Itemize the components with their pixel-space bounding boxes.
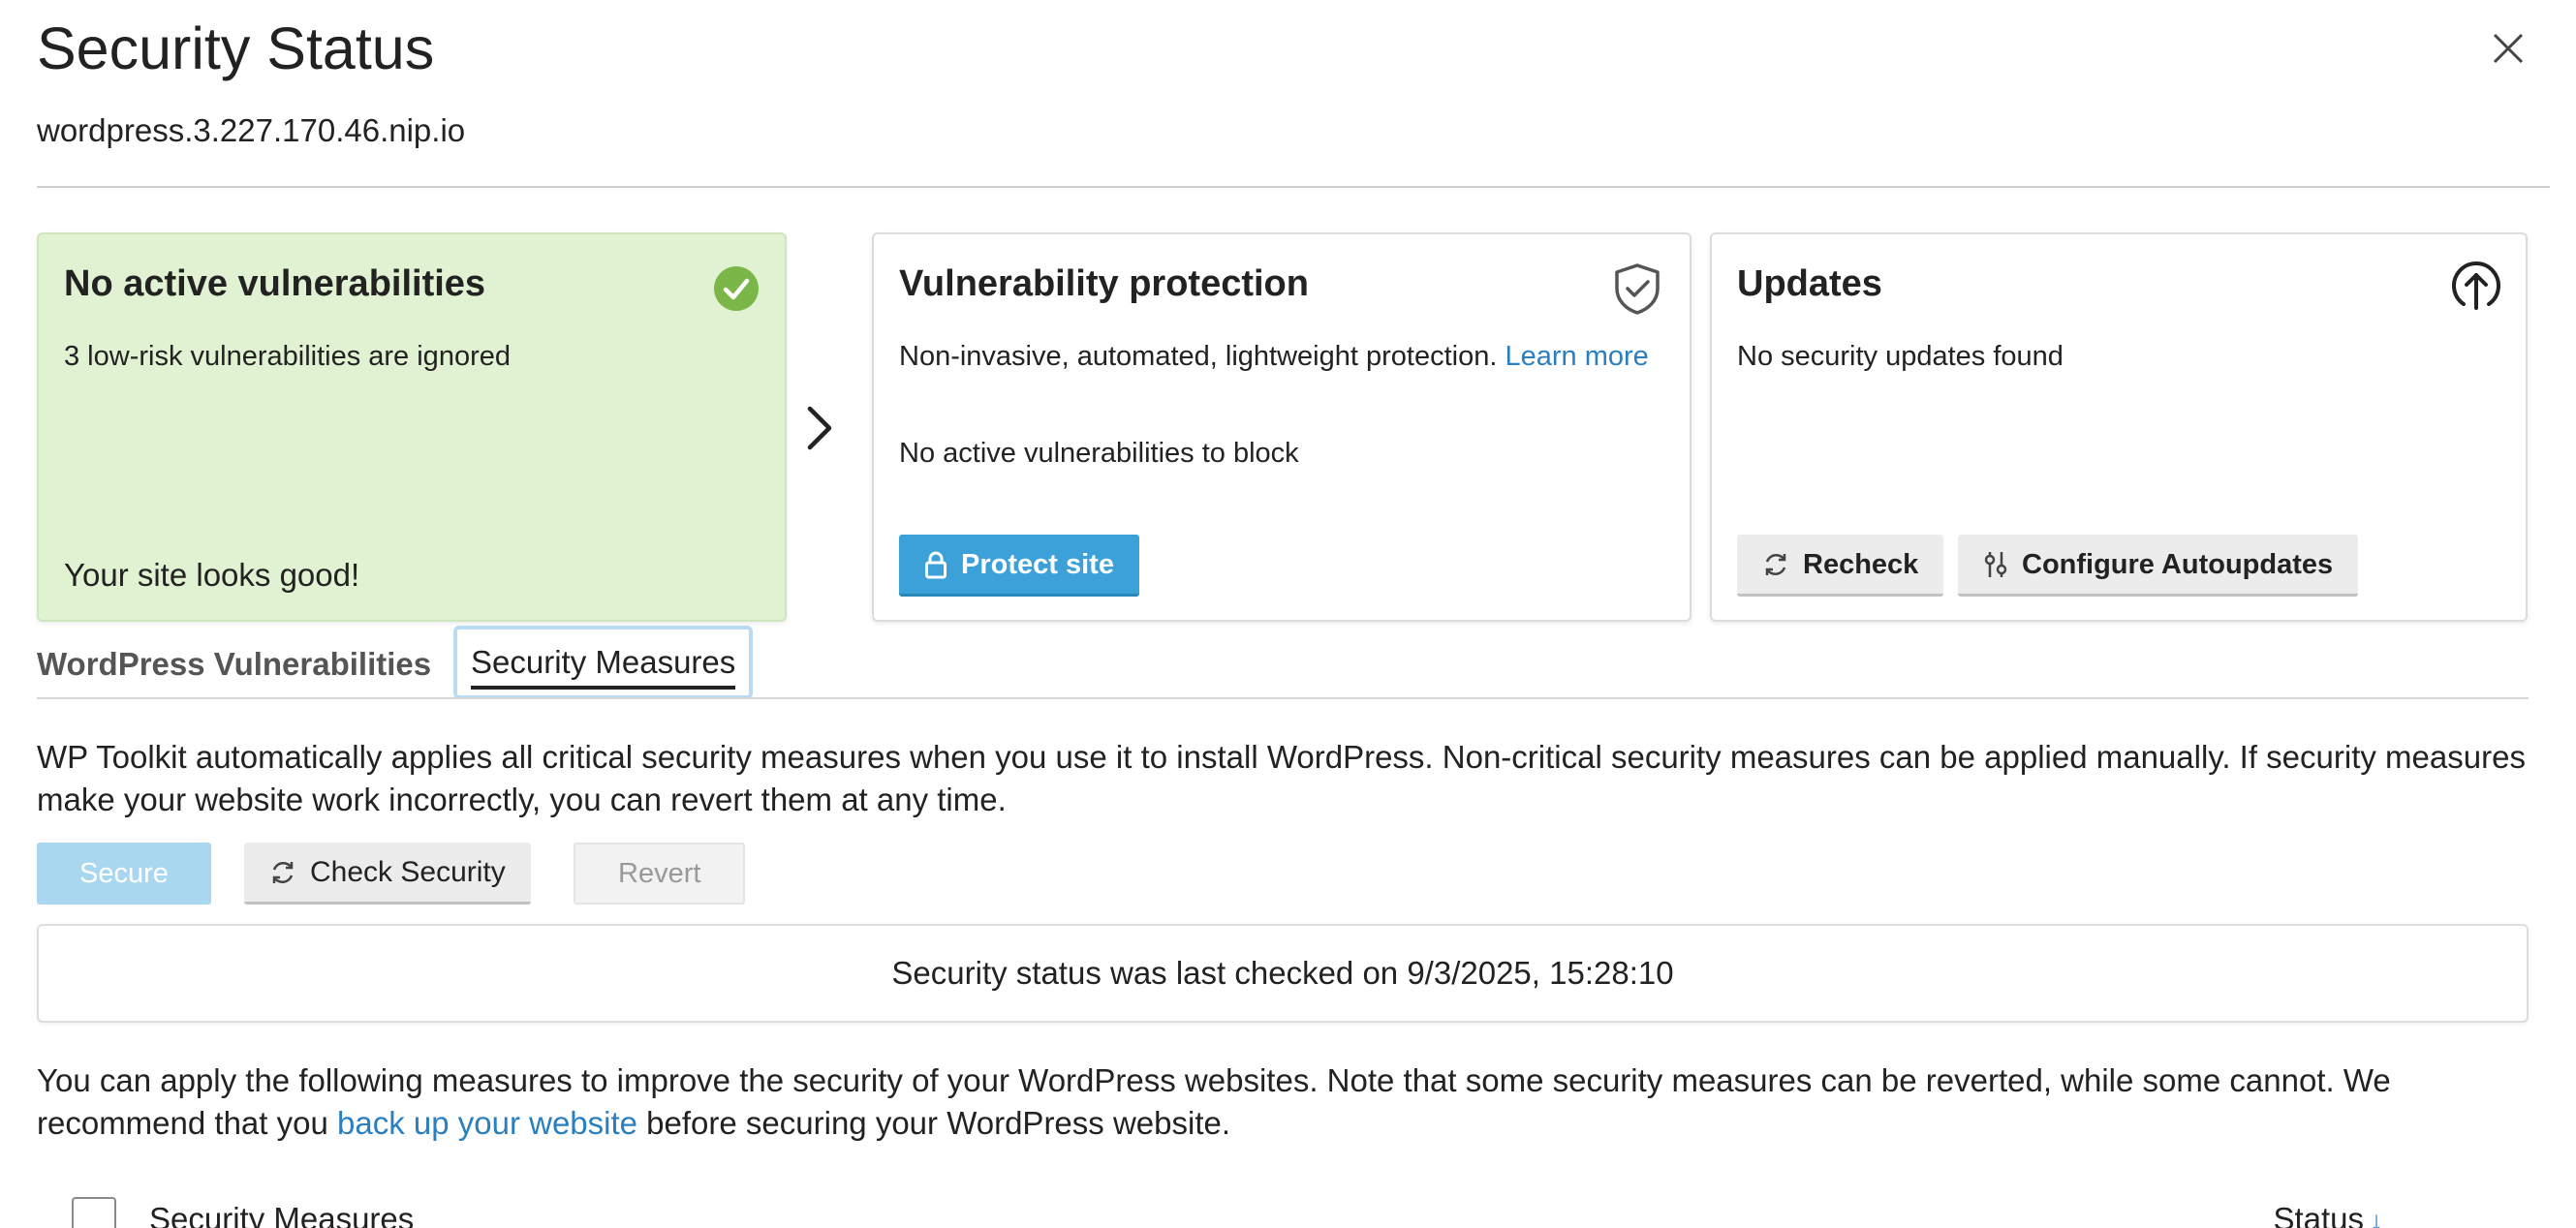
- tab-security-measures[interactable]: Security Measures: [453, 626, 754, 699]
- tab-bar: WordPress Vulnerabilities Security Measu…: [37, 626, 2529, 699]
- shield-check-icon: [1615, 263, 1660, 315]
- header-divider: [37, 186, 2550, 188]
- column-header-security-measures[interactable]: Security Measures: [149, 1201, 414, 1228]
- learn-more-link[interactable]: Learn more: [1505, 341, 1648, 372]
- refresh-icon: [272, 861, 294, 883]
- apply-measures-text: You can apply the following measures to …: [37, 1059, 2556, 1145]
- protect-site-button[interactable]: Protect site: [899, 535, 1139, 597]
- security-status-dialog: Security Status wordpress.3.227.170.46.n…: [0, 0, 2576, 1228]
- column-header-status[interactable]: Status ↓: [2273, 1201, 2383, 1228]
- check-security-button[interactable]: Check Security: [244, 843, 531, 905]
- revert-label: Revert: [618, 858, 701, 889]
- protect-site-label: Protect site: [961, 548, 1114, 580]
- check-circle-icon: [714, 266, 759, 311]
- protection-description-text: Non-invasive, automated, lightweight pro…: [899, 341, 1498, 372]
- column-header-status-label: Status: [2273, 1201, 2364, 1228]
- last-checked-banner: Security status was last checked on 9/3/…: [37, 924, 2529, 1023]
- measures-table-header: Security Measures Status ↓: [37, 1193, 2529, 1228]
- updates-card-title: Updates: [1737, 263, 1882, 304]
- site-status-text: Your site looks good!: [64, 557, 360, 593]
- protection-status-text: No active vulnerabilities to block: [899, 438, 1299, 469]
- secure-label: Secure: [79, 858, 169, 889]
- site-domain: wordpress.3.227.170.46.nip.io: [37, 112, 466, 148]
- tab-divider: [37, 697, 2529, 699]
- revert-button[interactable]: Revert: [574, 843, 746, 905]
- updates-card: Updates No security updates found Rechec…: [1710, 232, 2528, 622]
- lock-icon: [925, 551, 947, 578]
- protection-card: Vulnerability protection Non-invasive, a…: [872, 232, 1691, 622]
- refresh-icon: [1765, 553, 1786, 575]
- vulnerabilities-card[interactable]: No active vulnerabilities 3 low-risk vul…: [37, 232, 787, 622]
- ignored-vulnerabilities-text: 3 low-risk vulnerabilities are ignored: [64, 341, 511, 372]
- tab-wordpress-vulnerabilities[interactable]: WordPress Vulnerabilities: [37, 629, 431, 699]
- configure-autoupdates-button[interactable]: Configure Autoupdates: [1958, 535, 2359, 597]
- secure-button[interactable]: Secure: [37, 843, 211, 905]
- select-all-checkbox[interactable]: [72, 1197, 116, 1228]
- backup-website-link[interactable]: back up your website: [337, 1105, 637, 1141]
- configure-autoupdates-label: Configure Autoupdates: [2022, 548, 2334, 580]
- dialog-title: Security Status: [37, 15, 435, 81]
- tab-security-measures-label: Security Measures: [471, 644, 736, 680]
- sliders-icon: [1984, 551, 2007, 577]
- chevron-right-icon[interactable]: [800, 401, 839, 455]
- apply-text-after: before securing your WordPress website.: [637, 1105, 1231, 1141]
- last-checked-text: Security status was last checked on 9/3/…: [891, 955, 1674, 991]
- upload-circle-icon: [2452, 261, 2500, 310]
- vulnerabilities-card-title: No active vulnerabilities: [64, 263, 486, 304]
- close-icon[interactable]: [2487, 27, 2529, 70]
- recheck-button[interactable]: Recheck: [1737, 535, 1944, 597]
- protection-description: Non-invasive, automated, lightweight pro…: [899, 337, 1674, 376]
- check-security-label: Check Security: [310, 855, 506, 888]
- sort-down-icon: ↓: [2370, 1206, 2383, 1228]
- measures-intro-text: WP Toolkit automatically applies all cri…: [37, 739, 2526, 817]
- active-tab-indicator: [471, 686, 736, 690]
- protection-card-title: Vulnerability protection: [899, 263, 1309, 304]
- updates-status-text: No security updates found: [1737, 341, 2064, 372]
- recheck-label: Recheck: [1803, 548, 1919, 580]
